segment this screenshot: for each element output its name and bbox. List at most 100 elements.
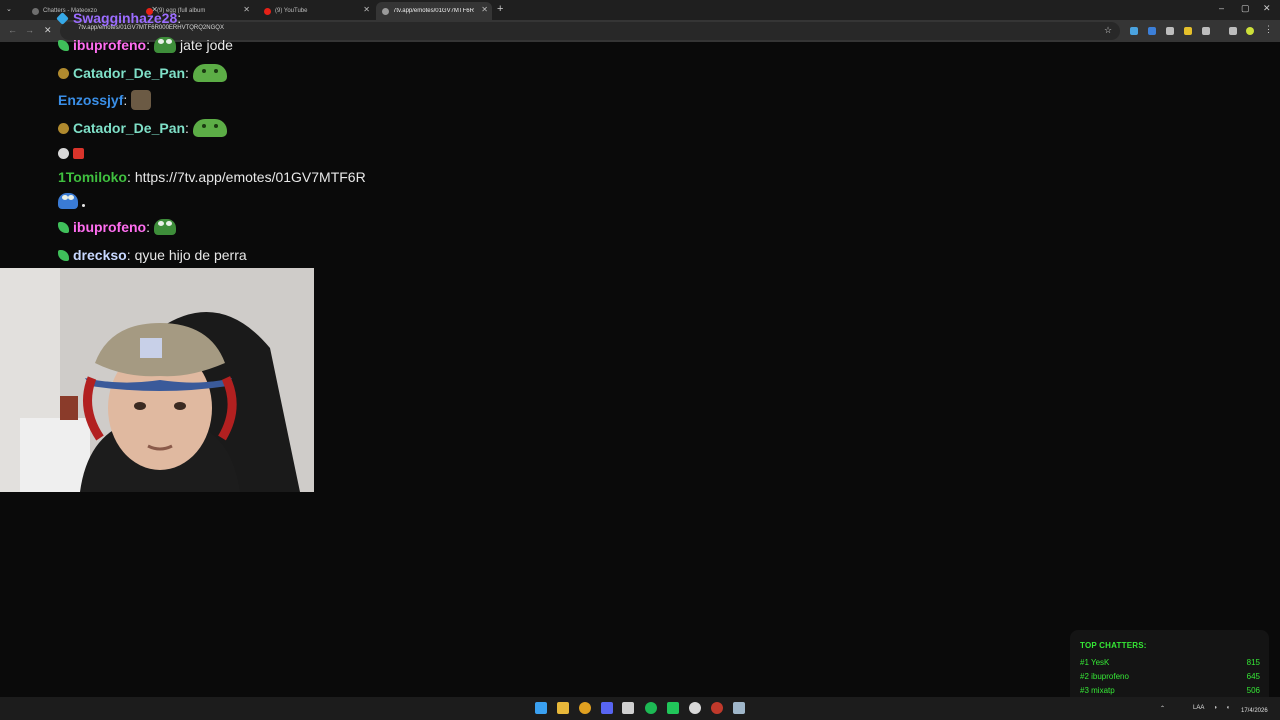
chat-username: drecksо <box>73 247 127 263</box>
top-chatter-name: #3 mixatp <box>1080 686 1115 695</box>
extension-icon[interactable] <box>1130 27 1138 35</box>
webcam-illustration <box>0 268 314 492</box>
top-chatter-name: #2 ibuprofeno <box>1080 672 1129 681</box>
frog-emote-icon <box>58 193 78 209</box>
chat-message: Enzossjyf : <box>58 90 152 110</box>
frog-emote-icon <box>154 219 176 235</box>
top-chatter-count: 645 <box>1246 672 1260 681</box>
chat-colon: : <box>177 10 182 26</box>
extension-icon[interactable] <box>1166 27 1174 35</box>
chat-username: ibuprofeno <box>73 37 147 53</box>
leaf-badge-icon <box>58 221 69 233</box>
chat-message: ibuprofeno : jate jode <box>58 35 233 55</box>
chat-message: 1Tomiloko : https://7tv.app/emotes/01GV7… <box>58 167 366 187</box>
close-icon[interactable]: ✕ <box>363 6 370 14</box>
leaf-badge-icon <box>58 39 69 51</box>
top-chatter-count: 506 <box>1246 686 1260 695</box>
chat-text: jate jode <box>180 37 233 53</box>
forward-icon[interactable]: → <box>25 25 34 35</box>
top-chatters-panel: TOP CHATTERS: #1 YesK 815 #2 ibuprofeno … <box>1070 630 1269 706</box>
notepad-icon[interactable] <box>622 702 634 714</box>
minimize-icon[interactable]: – <box>1219 3 1224 13</box>
extension-icon[interactable] <box>1184 27 1192 35</box>
chat-message: ibuprofeno : <box>58 217 176 237</box>
chat-colon: : <box>123 92 128 108</box>
file-explorer-icon[interactable] <box>557 702 569 714</box>
tab-title: 7tv.app/emotes/01GV7MTF6R <box>393 8 474 14</box>
chat-colon: : <box>185 65 189 81</box>
dot-emote-icon <box>82 203 85 207</box>
tab-7tv-emote[interactable]: 7tv.app/emotes/01GV7MTF6R ✕ <box>376 2 492 20</box>
close-icon[interactable]: ✕ <box>243 6 250 14</box>
tray-chevron-icon[interactable]: ⌃ <box>1160 705 1165 712</box>
chat-username: Catador_De_Pan <box>73 65 186 81</box>
top-chatter-count: 815 <box>1246 658 1260 667</box>
language-indicator[interactable]: LAA <box>1193 705 1204 711</box>
chat-emote-row <box>58 143 88 163</box>
new-tab-button[interactable]: + <box>497 3 503 15</box>
windows-start-icon[interactable] <box>535 702 547 714</box>
menu-dots-icon[interactable]: ⋮ <box>1264 24 1273 34</box>
app-icon[interactable] <box>689 702 701 714</box>
top-chatter-name: #1 YesK <box>1080 658 1110 667</box>
chat-username: ibuprofeno <box>73 219 147 235</box>
chat-colon: : <box>126 169 131 185</box>
app-icon[interactable] <box>667 702 679 714</box>
profile-avatar[interactable] <box>1246 27 1254 35</box>
chat-colon: : <box>146 37 150 53</box>
chat-username: 1Tomiloko <box>58 169 127 185</box>
badge-icon <box>56 11 69 25</box>
tab-title: (9) YouTube <box>275 8 308 14</box>
chat-username: Catador_De_Pan <box>73 120 186 136</box>
skull-emote-icon <box>58 147 69 159</box>
chat-message: Catador_De_Pan : <box>58 118 227 138</box>
top-chatter-row: #1 YesK 815 <box>1080 658 1260 667</box>
chat-text: qyue hijo de perra <box>134 247 247 263</box>
alien-emote-icon <box>192 119 227 137</box>
chat-message: drecksо : qyue hijo de perra <box>58 245 247 265</box>
top-chatters-title: TOP CHATTERS: <box>1080 641 1147 650</box>
chat-username: Enzossjyf <box>58 92 124 108</box>
bookmark-star-icon[interactable]: ☆ <box>1104 25 1112 36</box>
youtube-icon <box>264 7 271 15</box>
puzzle-icon[interactable] <box>1202 27 1210 35</box>
fire-emote-icon <box>73 147 84 159</box>
leaf-badge-icon <box>58 249 69 261</box>
webcam-feed <box>0 268 314 492</box>
close-icon[interactable]: ✕ <box>481 6 488 14</box>
chat-colon: : <box>126 247 131 263</box>
taskbar-date[interactable]: 17/4/2026 <box>1241 708 1268 714</box>
steam-icon[interactable] <box>733 702 745 714</box>
coin-badge-icon <box>58 122 69 134</box>
network-icon[interactable]: ◗ <box>1214 705 1218 711</box>
maximize-icon[interactable]: ▢ <box>1241 3 1250 14</box>
chat-message: Swagginhaze28 : <box>56 8 185 28</box>
alien-emote-icon <box>192 64 227 82</box>
chat-link[interactable]: https://7tv.app/emotes/01GV7MTF6R <box>135 169 366 185</box>
chat-colon: : <box>146 219 150 235</box>
frog-emote-icon <box>154 37 176 53</box>
coin-badge-icon <box>58 67 69 79</box>
chat-message: Catador_De_Pan : <box>58 63 227 83</box>
top-chatter-row: #3 mixatp 506 <box>1080 686 1260 695</box>
chrome-icon[interactable] <box>579 702 591 714</box>
back-icon[interactable]: ← <box>8 25 17 35</box>
stop-icon[interactable]: ✕ <box>44 25 52 36</box>
taskbar <box>0 697 1280 720</box>
tab-favicon <box>32 7 39 15</box>
tab-search-icon[interactable]: ⌄ <box>6 5 12 13</box>
chat-username: Swagginhaze28 <box>73 10 178 26</box>
spotify-icon[interactable] <box>645 702 657 714</box>
dog-emote-icon <box>131 90 152 110</box>
7tv-icon <box>382 7 389 15</box>
media-icon[interactable] <box>1229 27 1237 35</box>
top-chatter-row: #2 ibuprofeno 645 <box>1080 672 1260 681</box>
chat-colon: : <box>185 120 189 136</box>
close-window-icon[interactable]: ✕ <box>1263 3 1271 14</box>
discord-icon[interactable] <box>601 702 613 714</box>
extension-icon[interactable] <box>1148 27 1156 35</box>
chat-emote-row <box>58 191 89 211</box>
app-icon[interactable] <box>711 702 723 714</box>
tab-youtube[interactable]: (9) YouTube ✕ <box>258 2 374 20</box>
volume-icon[interactable]: ◖ <box>1226 705 1230 711</box>
